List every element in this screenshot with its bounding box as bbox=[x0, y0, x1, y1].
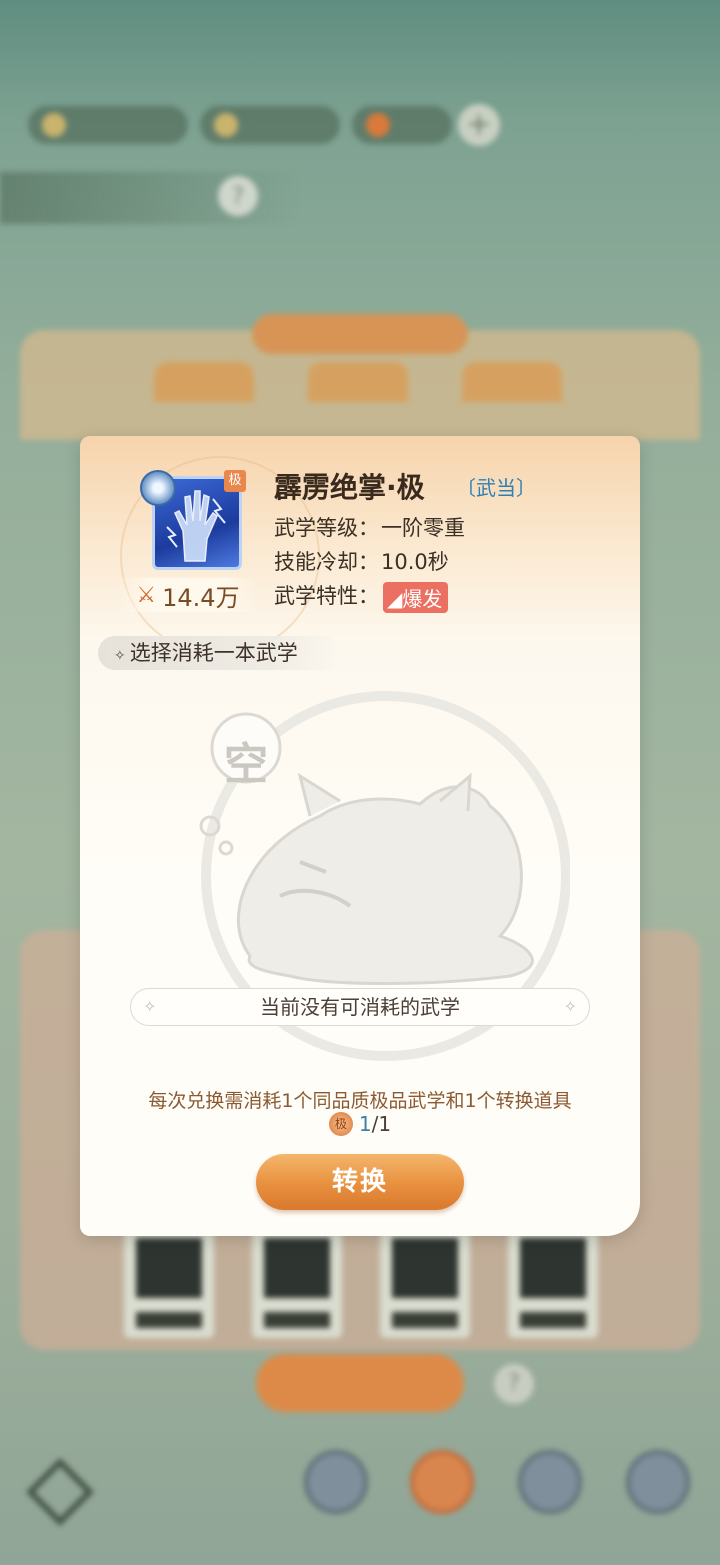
skill-level-label: 武学等级： bbox=[274, 516, 379, 540]
skill-name: 霹雳绝掌·极 bbox=[274, 471, 425, 504]
background-nav-icon bbox=[626, 1450, 690, 1514]
background-tab bbox=[308, 362, 408, 402]
diamond-icon: ✧ bbox=[114, 648, 126, 664]
sparkle-icon: ✧ bbox=[143, 997, 157, 1016]
skill-level-row: 武学等级：一阶零重 bbox=[274, 512, 465, 542]
background-plus-icon: + bbox=[458, 104, 500, 146]
convert-cost: 极 1/1 bbox=[80, 1112, 640, 1136]
skill-cooldown-value: 10.0秒 bbox=[381, 550, 449, 574]
wudang-sect-icon bbox=[140, 470, 176, 506]
skill-cooldown-label: 技能冷却： bbox=[274, 550, 379, 574]
background-exchange-button bbox=[256, 1354, 464, 1412]
background-tab bbox=[462, 362, 562, 402]
background-nav-icon-active bbox=[410, 1450, 474, 1514]
empty-message-text: 当前没有可消耗的武学 bbox=[260, 995, 460, 1019]
background-card bbox=[508, 1228, 598, 1338]
skill-trait-badge: ◢爆发 bbox=[383, 581, 449, 613]
background-nav-icon bbox=[518, 1450, 582, 1514]
crossed-swords-icon: ⚔ bbox=[136, 582, 157, 608]
skill-level-value: 一阶零重 bbox=[381, 516, 465, 540]
tier-badge: 极 bbox=[224, 470, 246, 492]
convert-rule-text: 每次兑换需消耗1个同品质极品武学和1个转换道具 bbox=[148, 1090, 572, 1112]
background-player-pill bbox=[28, 106, 188, 144]
cost-have: 1 bbox=[358, 1112, 372, 1136]
convert-cost-value: 1/1 bbox=[359, 1112, 391, 1136]
power-value: 14.4万 bbox=[162, 583, 240, 612]
consume-section-title: ✧ 选择消耗一本武学 bbox=[98, 636, 342, 670]
background-card bbox=[124, 1228, 214, 1338]
empty-message: ✧ 当前没有可消耗的武学 ✧ bbox=[130, 988, 590, 1026]
background-gold-pill bbox=[200, 106, 340, 144]
school-tag: 〔武当〕 bbox=[456, 476, 536, 500]
background-card bbox=[380, 1228, 470, 1338]
convert-skill-dialog: 极 ⚔ 14.4万 霹雳绝掌·极 〔武当〕 武学等级：一阶零重 技能冷却：10.… bbox=[80, 436, 640, 1236]
background-help-icon: ? bbox=[494, 1364, 534, 1404]
convert-item-icon: 极 bbox=[328, 1112, 353, 1136]
background-help-icon: ? bbox=[218, 176, 258, 216]
background-tab bbox=[154, 362, 254, 402]
cost-need: 1 bbox=[378, 1112, 392, 1136]
burst-icon: ◢ bbox=[387, 586, 403, 611]
power-display: ⚔ 14.4万 bbox=[118, 578, 258, 612]
background-gem-pill bbox=[352, 106, 452, 144]
background-nav-icon bbox=[304, 1450, 368, 1514]
background-ribbon bbox=[252, 314, 468, 354]
skill-trait-value: 爆发 bbox=[402, 586, 443, 611]
background-card bbox=[252, 1228, 342, 1338]
consume-section-label: 选择消耗一本武学 bbox=[129, 641, 298, 665]
background-menu-icon bbox=[26, 1458, 94, 1526]
skill-cooldown-row: 技能冷却：10.0秒 bbox=[274, 546, 449, 576]
sparkle-icon: ✧ bbox=[563, 997, 577, 1016]
empty-badge: 空 bbox=[224, 739, 268, 790]
skill-trait-label: 武学特性： bbox=[274, 584, 379, 608]
convert-button[interactable]: 转换 bbox=[256, 1154, 464, 1210]
skill-trait-row: 武学特性： ◢爆发 bbox=[274, 580, 449, 613]
